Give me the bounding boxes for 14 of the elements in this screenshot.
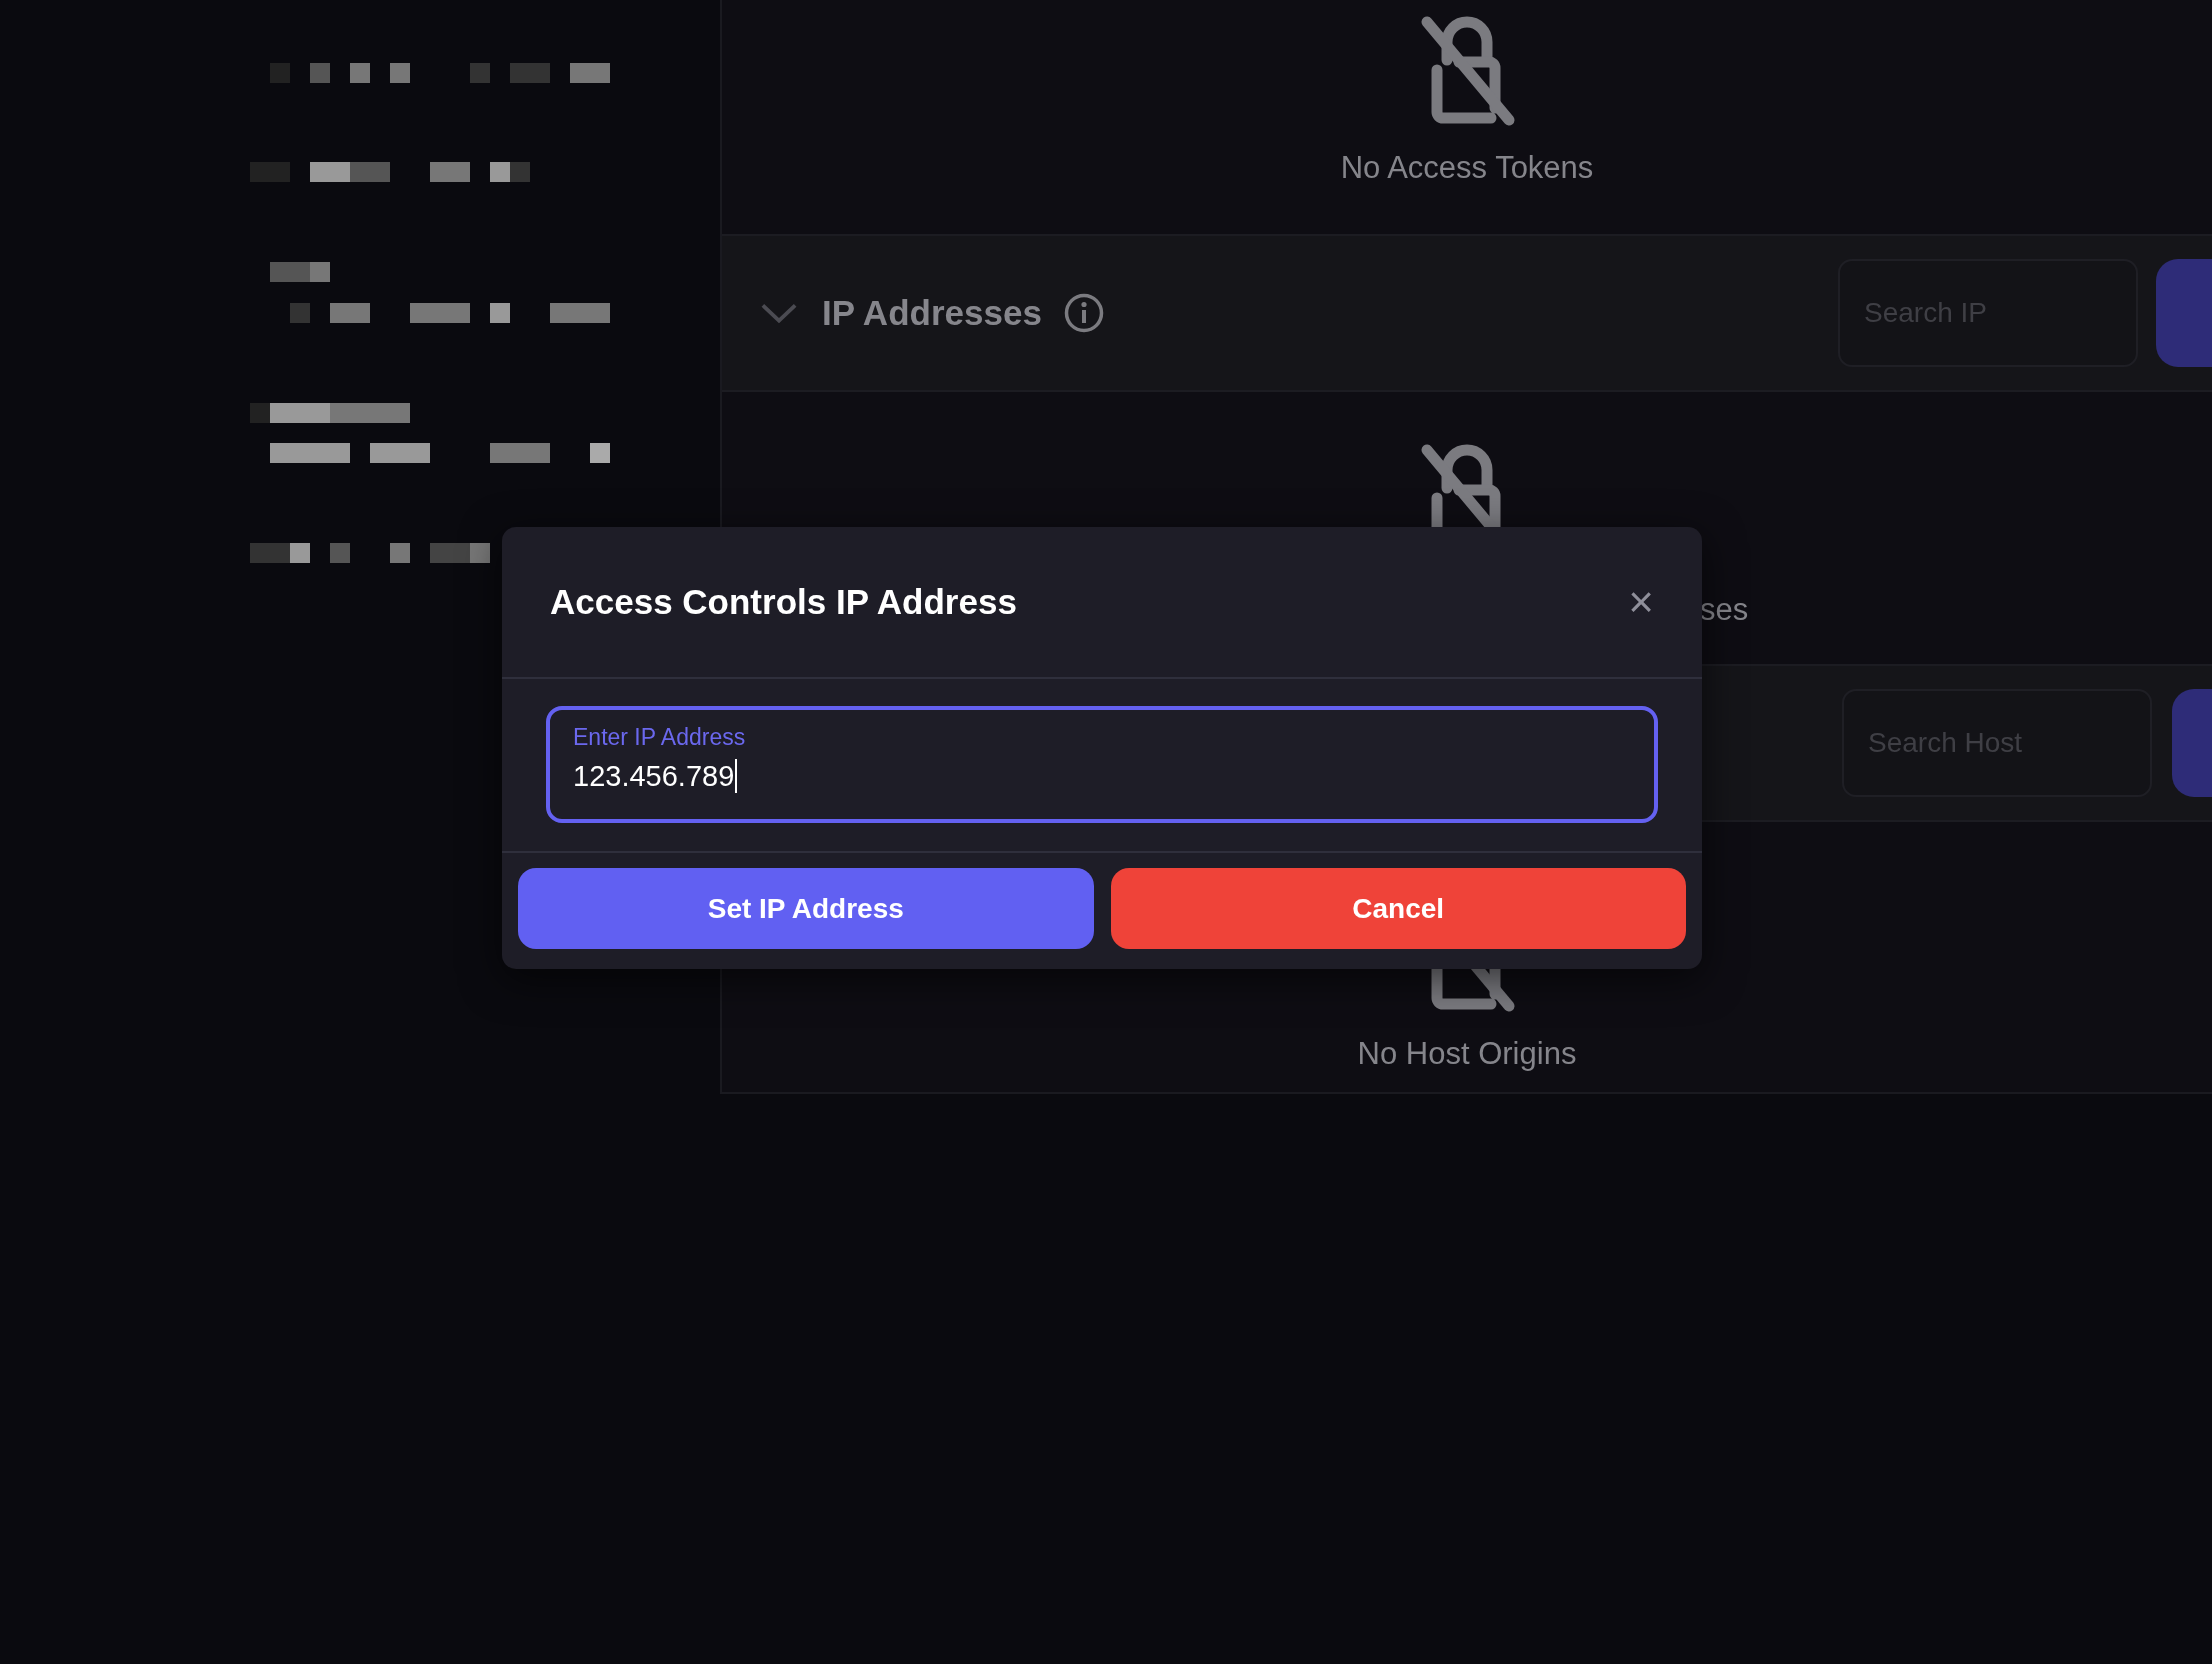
cancel-button[interactable]: Cancel	[1110, 868, 1686, 949]
empty-state-message: No Host Origins	[1357, 1036, 1577, 1072]
close-button[interactable]: ×	[1620, 577, 1662, 627]
ip-address-field[interactable]: Enter IP Address 123.456.789	[546, 706, 1658, 823]
field-value: 123.456.789	[573, 759, 735, 793]
dialog-title: Access Controls IP Address	[550, 582, 1017, 622]
chevron-icon[interactable]	[760, 301, 798, 325]
section-title: IP Addresses	[822, 293, 1042, 333]
field-label: Enter IP Address	[573, 724, 747, 751]
confirm-button[interactable]: Set IP Address	[518, 868, 1094, 949]
empty-state-message: No Access Tokens	[1340, 150, 1594, 186]
empty-state-message: ses	[1700, 592, 1749, 628]
info-icon[interactable]	[1063, 293, 1104, 333]
text-cursor	[735, 759, 738, 793]
